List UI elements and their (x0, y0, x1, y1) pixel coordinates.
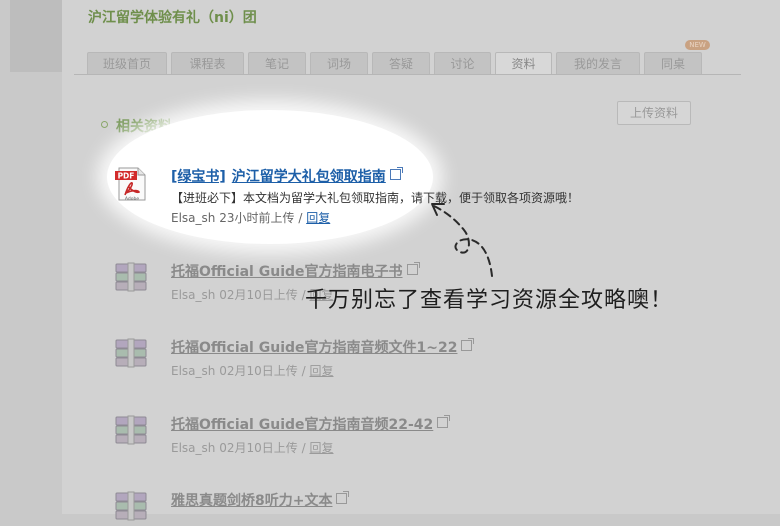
external-link-icon[interactable] (461, 338, 475, 351)
rar-archive-icon[interactable] (113, 261, 149, 297)
tab-divider (74, 74, 741, 75)
upload-time: 02月10日上传 (219, 288, 298, 302)
upload-time: 02月10日上传 (219, 441, 298, 455)
rar-archive-icon[interactable] (113, 414, 149, 450)
upload-time: 02月10日上传 (219, 364, 298, 378)
external-link-icon[interactable] (437, 415, 451, 428)
new-badge: NEW (685, 40, 710, 50)
resource-meta: Elsa_sh 23小时前上传 / 回复 (171, 209, 330, 226)
resource-link[interactable]: 托福Official Guide官方指南电子书 (171, 261, 420, 281)
reply-link[interactable]: 回复 (309, 364, 333, 378)
tab-materials[interactable]: 资料 (495, 52, 552, 75)
dashed-arrow-icon (431, 203, 493, 277)
svg-text:Adobe: Adobe (125, 196, 139, 202)
resource-meta: Elsa_sh 02月10日上传 / 回复 (171, 439, 333, 456)
external-link-icon[interactable] (406, 262, 420, 275)
tab-deskmate[interactable]: 同桌 (644, 52, 702, 74)
uploader[interactable]: Elsa_sh (171, 211, 215, 225)
resource-name: 托福Official Guide官方指南音频22-42 (171, 417, 434, 433)
pdf-icon[interactable]: PDF Adobe (113, 166, 149, 202)
tab-schedule[interactable]: 课程表 (171, 52, 244, 74)
annotation-note: 千万别忘了查看学习资源全攻略噢！ (305, 288, 674, 313)
meta-separator: / (301, 364, 306, 378)
reply-link[interactable]: 回复 (306, 211, 330, 225)
tab-discussion[interactable]: 讨论 (434, 52, 491, 74)
meta-separator: / (301, 441, 306, 455)
resource-meta: Elsa_sh 02月10日上传 / 回复 (171, 362, 333, 379)
meta-separator: / (298, 211, 303, 225)
reply-link[interactable]: 回复 (309, 441, 333, 455)
page-overlay (62, 0, 780, 514)
resource-tag: [绿宝书] (171, 169, 226, 185)
site-logo-area (10, 0, 62, 72)
tab-my-posts[interactable]: 我的发言 (556, 52, 640, 74)
resource-name: 雅思真题剑桥8听力+文本 (171, 493, 333, 509)
rar-archive-icon[interactable] (113, 337, 149, 373)
resource-description: 【进班必下】本文档为留学大礼包领取指南，请下载，便于领取各项资源哦！ (171, 191, 580, 205)
resource-name: 托福Official Guide官方指南电子书 (171, 264, 403, 280)
tab-word-field[interactable]: 词场 (310, 52, 368, 74)
upload-time: 23小时前上传 (219, 211, 295, 225)
uploader[interactable]: Elsa_sh (171, 364, 215, 378)
bullet-icon (101, 121, 108, 128)
resource-link[interactable]: 雅思真题剑桥8听力+文本 (171, 490, 350, 510)
resource-link[interactable]: [绿宝书] 沪江留学大礼包领取指南 (171, 166, 403, 186)
tab-qa[interactable]: 答疑 (372, 52, 430, 74)
rar-archive-icon[interactable] (113, 490, 149, 526)
resource-name: 沪江留学大礼包领取指南 (231, 169, 386, 185)
resource-name: 托福Official Guide官方指南音频文件1~22 (171, 340, 458, 356)
resource-link[interactable]: 托福Official Guide官方指南音频22-42 (171, 414, 451, 434)
uploader[interactable]: Elsa_sh (171, 441, 215, 455)
group-title: 沪江留学体验有礼（ni）团 (88, 10, 257, 26)
upload-materials-button[interactable]: 上传资料 (617, 101, 691, 125)
external-link-icon[interactable] (336, 491, 350, 504)
external-link-icon[interactable] (389, 167, 403, 180)
uploader[interactable]: Elsa_sh (171, 288, 215, 302)
tab-notes[interactable]: 笔记 (248, 52, 306, 74)
tab-class-home[interactable]: 班级首页 (87, 52, 167, 74)
resource-link[interactable]: 托福Official Guide官方指南音频文件1~22 (171, 337, 475, 357)
svg-text:PDF: PDF (118, 172, 135, 181)
